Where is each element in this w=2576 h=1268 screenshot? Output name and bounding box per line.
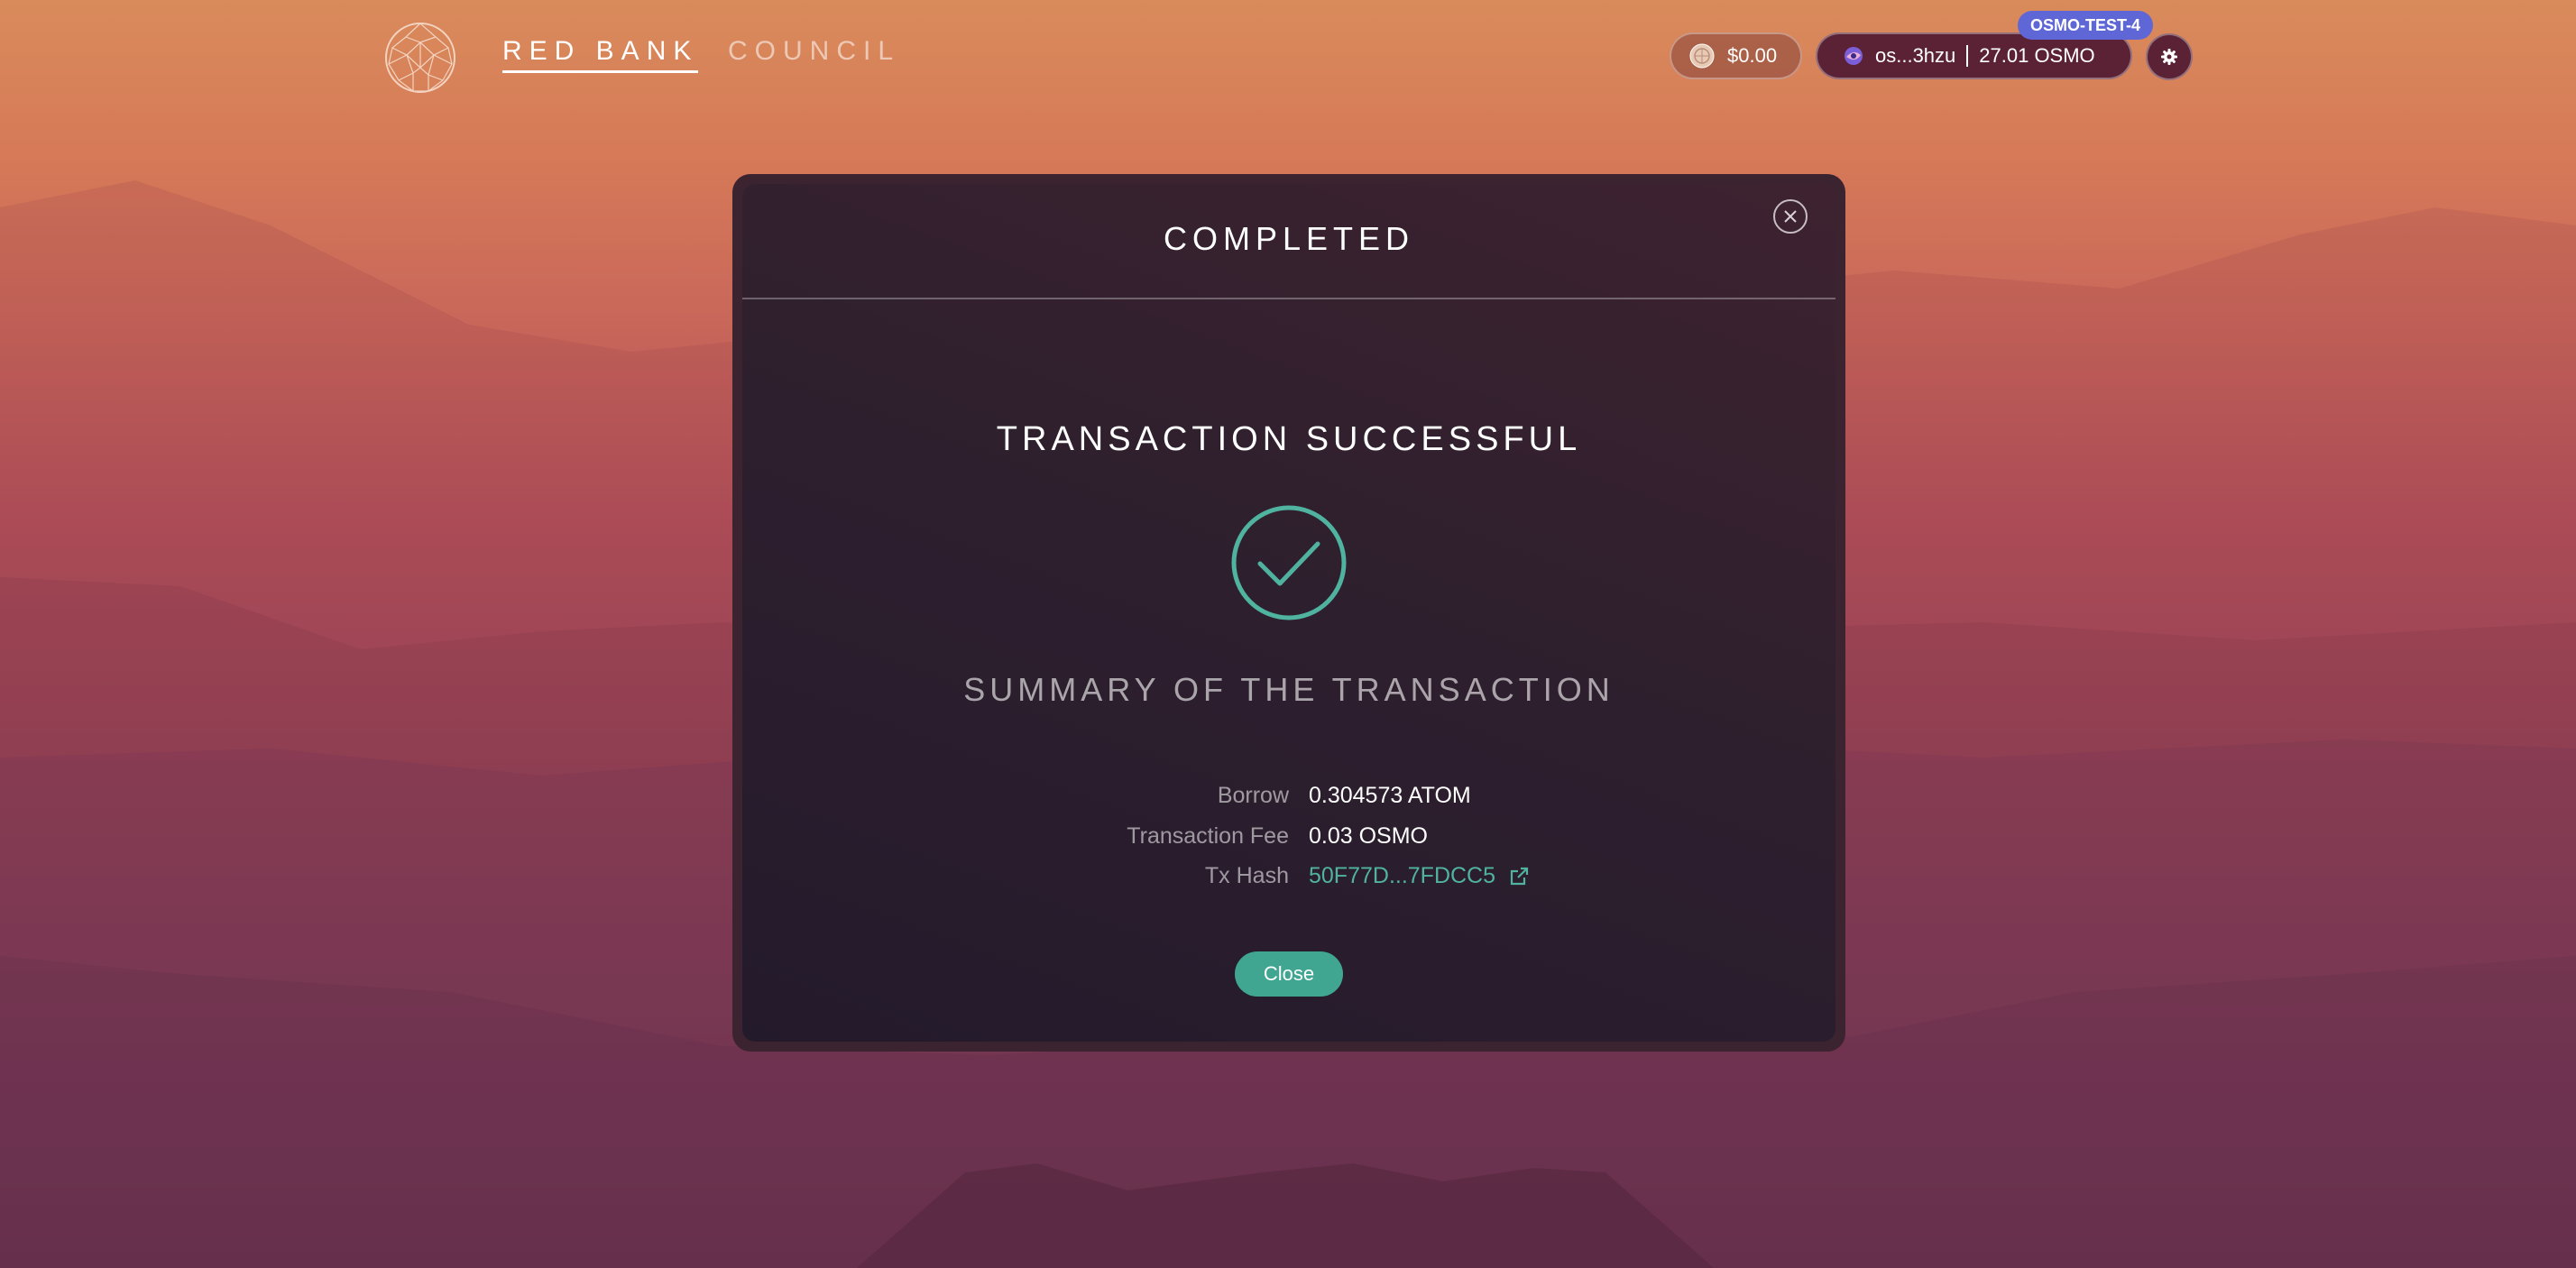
modal-divider	[742, 298, 1835, 299]
close-icon[interactable]	[1772, 198, 1808, 234]
network-badge: OSMO-TEST-4	[2018, 11, 2154, 40]
modal-title: COMPLETED	[1163, 220, 1415, 257]
coin-icon	[1689, 43, 1715, 69]
wallet-balance: 27.01 OSMO	[1979, 44, 2095, 67]
wallet-address: os...3hzu	[1875, 44, 1956, 67]
summary-row-fee: Transaction Fee 0.03 OSMO	[742, 823, 1835, 859]
summary-heading: SUMMARY OF THE TRANSACTION	[963, 671, 1615, 708]
close-button[interactable]: Close	[1235, 951, 1343, 997]
summary-value: 0.03 OSMO	[1309, 823, 1428, 849]
summary-label: Transaction Fee	[1127, 823, 1289, 849]
summary-row-tx-hash: Tx Hash 50F77D...7FDCC5	[742, 863, 1835, 899]
balance-value: $0.00	[1727, 44, 1778, 67]
balance-pill[interactable]: $0.00	[1670, 32, 1802, 79]
check-circle-icon	[1231, 505, 1347, 620]
logo-icon[interactable]	[383, 21, 457, 95]
nav-council[interactable]: COUNCIL	[728, 36, 900, 67]
summary-label: Tx Hash	[1204, 863, 1289, 888]
success-heading: TRANSACTION SUCCESSFUL	[996, 420, 1582, 458]
settings-button[interactable]	[2146, 33, 2193, 80]
tx-hash-link[interactable]: 50F77D...7FDCC5	[1309, 863, 1530, 889]
summary-label: Borrow	[1217, 783, 1289, 808]
external-link-icon[interactable]	[1508, 866, 1530, 887]
wallet-separator	[1966, 45, 1969, 67]
nav-red-bank[interactable]: RED BANK	[502, 36, 699, 73]
transaction-modal: COMPLETED TRANSACTION SUCCESSFUL SUMMARY…	[742, 184, 1835, 1042]
summary-row-borrow: Borrow 0.304573 ATOM	[742, 783, 1835, 819]
summary-value: 0.304573 ATOM	[1309, 783, 1471, 808]
wallet-icon	[1845, 47, 1863, 65]
gear-icon	[2161, 49, 2177, 65]
tx-hash-value[interactable]: 50F77D...7FDCC5	[1309, 863, 1495, 889]
